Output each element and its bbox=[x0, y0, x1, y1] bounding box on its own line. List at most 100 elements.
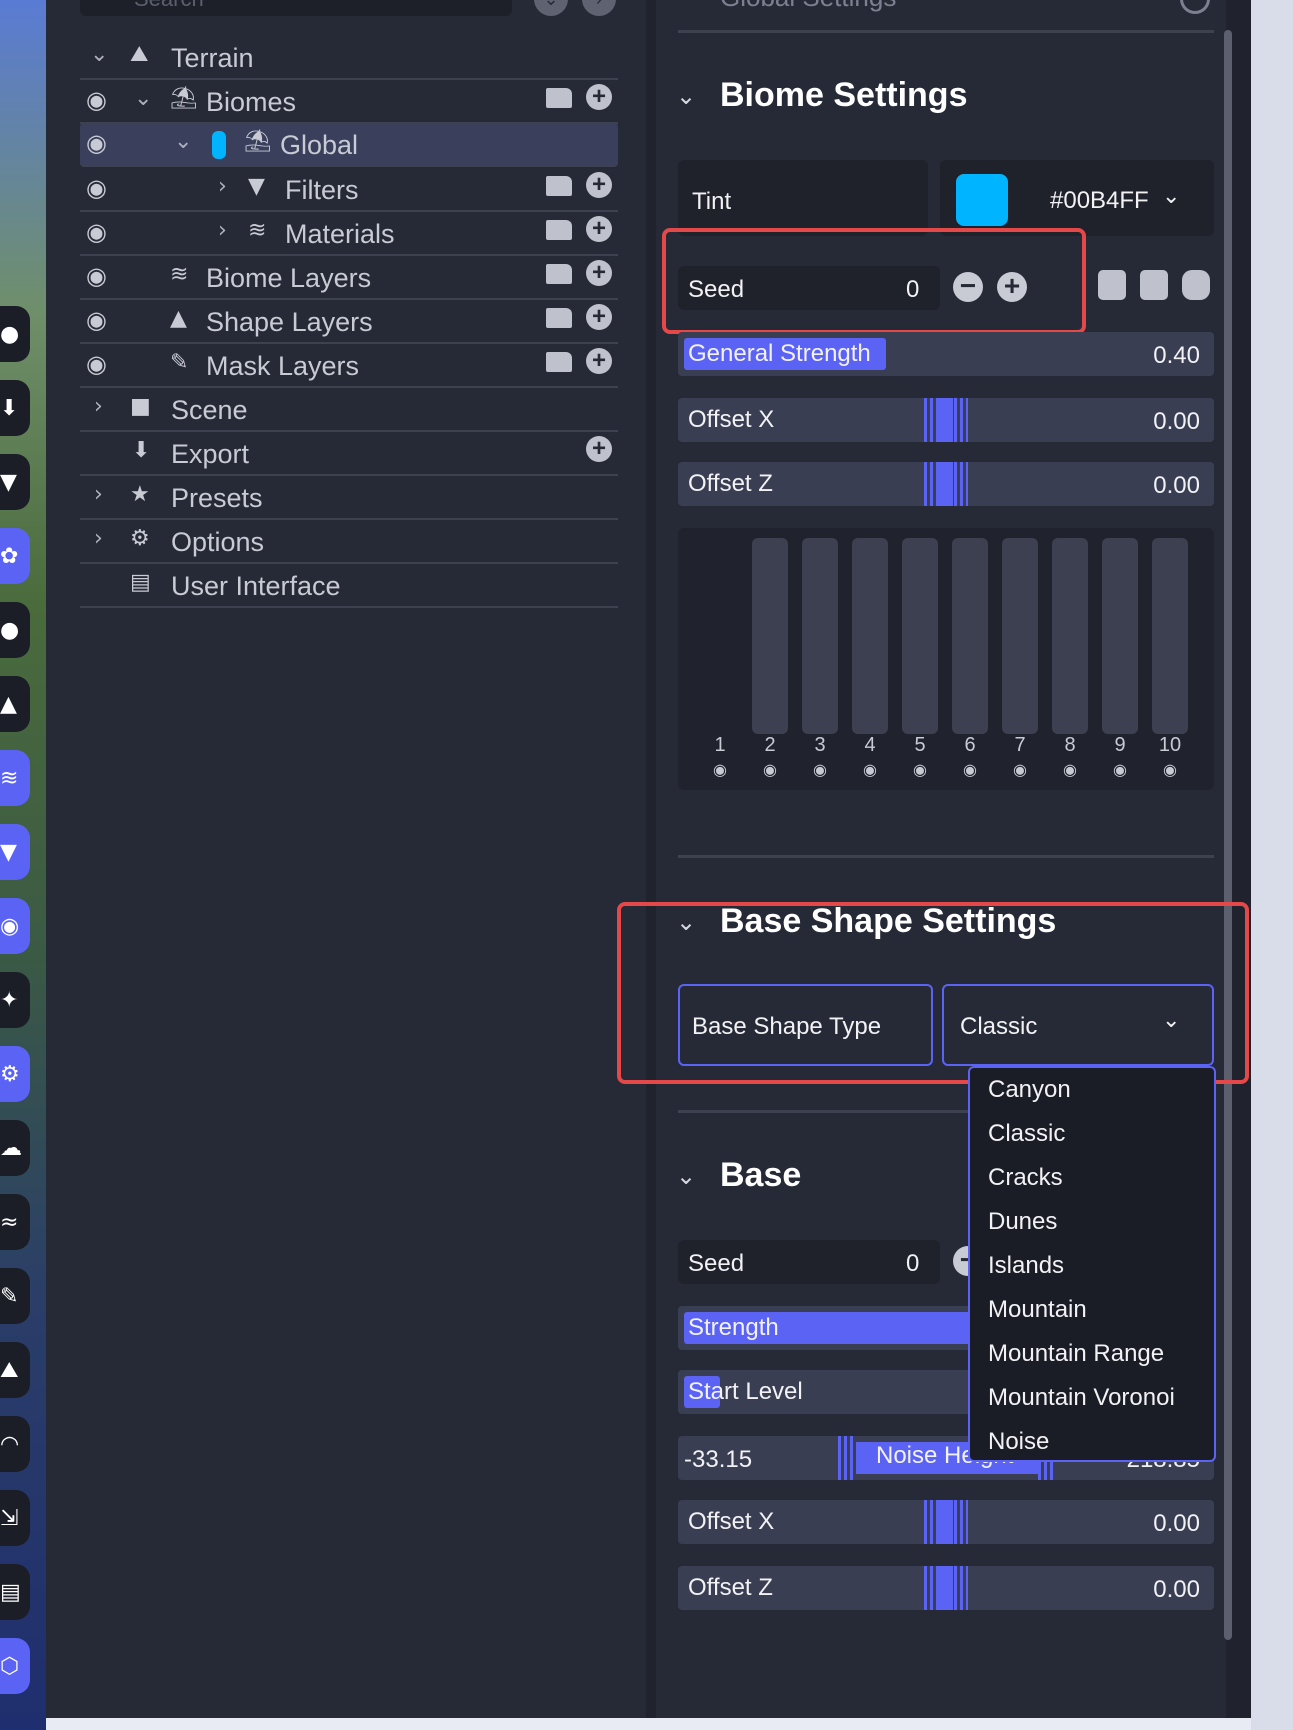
tree-item-mask-layers[interactable]: ◉ ✎ Mask Layers + bbox=[80, 344, 618, 388]
layer-bar[interactable] bbox=[752, 538, 788, 734]
dice-icon[interactable] bbox=[1098, 270, 1126, 300]
save-icon[interactable] bbox=[1140, 270, 1168, 300]
offset-x-slider[interactable]: Offset X 0.00 bbox=[678, 398, 1214, 442]
dropdown-option[interactable]: Mountain Voronoi bbox=[988, 1384, 1175, 1412]
rail-gear-icon[interactable]: ⚙ bbox=[0, 1046, 30, 1102]
eye-icon[interactable]: ◉ bbox=[1000, 760, 1040, 780]
chevron-right-icon[interactable]: › bbox=[94, 482, 103, 507]
add-icon[interactable]: + bbox=[586, 348, 612, 374]
dropdown-option[interactable]: Cracks bbox=[988, 1164, 1063, 1192]
eye-icon[interactable]: ◉ bbox=[700, 760, 740, 780]
rail-signal-icon[interactable]: ◠ bbox=[0, 1416, 30, 1472]
tree-item-user-interface[interactable]: ▤ User Interface bbox=[80, 564, 618, 608]
general-strength-slider[interactable]: General Strength 0.40 bbox=[678, 332, 1214, 376]
folder-icon[interactable] bbox=[546, 176, 572, 196]
rail-filter-icon[interactable]: ▼ bbox=[0, 454, 30, 510]
eye-icon[interactable]: ◉ bbox=[86, 262, 107, 291]
rail-terrain-icon[interactable]: ⛰ bbox=[0, 1342, 30, 1398]
eye-icon[interactable]: ◉ bbox=[1050, 760, 1090, 780]
rail-cloud-2-icon[interactable]: ☁ bbox=[0, 1120, 30, 1176]
tree-item-shape-layers[interactable]: ◉ ▲ Shape Layers + bbox=[80, 300, 618, 344]
seed-value[interactable]: 0 bbox=[906, 1250, 919, 1278]
folder-icon[interactable] bbox=[546, 308, 572, 328]
layer-bar[interactable] bbox=[1152, 538, 1188, 734]
dropdown-option[interactable]: Dunes bbox=[988, 1208, 1057, 1236]
add-icon[interactable]: + bbox=[586, 84, 612, 110]
layer-bar[interactable] bbox=[1102, 538, 1138, 734]
tint-swatch[interactable] bbox=[956, 174, 1008, 226]
rail-sparkle-icon[interactable]: ✦ bbox=[0, 972, 30, 1028]
layer-bar[interactable] bbox=[1052, 538, 1088, 734]
layer-bar[interactable] bbox=[952, 538, 988, 734]
base-shape-type-dropdown[interactable]: Canyon Classic Cracks Dunes Islands Moun… bbox=[968, 1066, 1216, 1462]
eye-icon[interactable]: ◉ bbox=[900, 760, 940, 780]
base-offset-x-slider[interactable]: Offset X 0.00 bbox=[678, 1500, 1214, 1544]
tree-item-scene[interactable]: › ■ Scene bbox=[80, 388, 618, 432]
eye-icon[interactable]: ◉ bbox=[800, 760, 840, 780]
eye-icon[interactable]: ◉ bbox=[86, 129, 107, 158]
folder-icon[interactable] bbox=[546, 220, 572, 240]
tree-item-global[interactable]: ◉ ⌄ ⛱ Global bbox=[80, 123, 618, 167]
rail-eye-icon[interactable]: ◉ bbox=[0, 898, 30, 954]
range-handle-min[interactable] bbox=[838, 1436, 856, 1480]
slider-handle[interactable] bbox=[924, 1566, 968, 1610]
add-icon[interactable]: + bbox=[586, 216, 612, 242]
database-icon[interactable] bbox=[1182, 270, 1210, 300]
eye-icon[interactable]: ◉ bbox=[86, 218, 107, 247]
rail-cloud-icon[interactable]: ● bbox=[0, 602, 30, 658]
chevron-right-icon[interactable]: › bbox=[94, 394, 103, 419]
eye-icon[interactable]: ◉ bbox=[850, 760, 890, 780]
chevron-right-icon[interactable]: › bbox=[218, 218, 227, 243]
folder-icon[interactable] bbox=[546, 264, 572, 284]
tree-item-presets[interactable]: › ★ Presets bbox=[80, 476, 618, 520]
tree-item-export[interactable]: ⬇ Export + bbox=[80, 432, 618, 476]
rail-circle-icon[interactable]: ● bbox=[0, 306, 30, 362]
layer-bar[interactable] bbox=[902, 538, 938, 734]
eye-icon[interactable]: ◉ bbox=[86, 174, 107, 203]
rail-funnel-icon[interactable]: ▼ bbox=[0, 824, 30, 880]
eye-icon[interactable]: ◉ bbox=[1150, 760, 1190, 780]
dropdown-option[interactable]: Mountain bbox=[988, 1296, 1087, 1324]
layer-bar[interactable] bbox=[1002, 538, 1038, 734]
dropdown-option[interactable]: Islands bbox=[988, 1252, 1064, 1280]
chevron-right-icon[interactable]: › bbox=[94, 526, 103, 551]
chevron-down-icon[interactable]: ⌄ bbox=[174, 129, 192, 154]
add-icon[interactable]: + bbox=[586, 172, 612, 198]
slider-handle[interactable] bbox=[924, 1500, 968, 1544]
tree-item-biome-layers[interactable]: ◉ ≋ Biome Layers + bbox=[80, 256, 618, 300]
dropdown-option[interactable]: Mountain Range bbox=[988, 1340, 1164, 1368]
rail-layers-icon[interactable]: ≋ bbox=[0, 750, 30, 806]
chevron-down-icon[interactable]: ⌄ bbox=[676, 1162, 696, 1190]
folder-icon[interactable] bbox=[546, 88, 572, 108]
base-offset-z-slider[interactable]: Offset Z 0.00 bbox=[678, 1566, 1214, 1610]
eye-icon[interactable]: ◉ bbox=[86, 306, 107, 335]
add-icon[interactable]: + bbox=[586, 304, 612, 330]
slider-handle[interactable] bbox=[924, 462, 968, 506]
layer-bar[interactable] bbox=[852, 538, 888, 734]
eye-icon[interactable]: ◉ bbox=[86, 350, 107, 379]
eye-icon[interactable]: ◉ bbox=[750, 760, 790, 780]
rail-cube-icon[interactable]: ⬡ bbox=[0, 1638, 30, 1694]
chevron-right-icon[interactable]: › bbox=[218, 174, 227, 199]
folder-icon[interactable] bbox=[546, 352, 572, 372]
chevron-down-icon[interactable]: ⌄ bbox=[676, 82, 696, 110]
rail-export-icon[interactable]: ⇲ bbox=[0, 1490, 30, 1546]
scrollbar[interactable] bbox=[1224, 30, 1232, 1640]
add-icon[interactable]: + bbox=[586, 436, 612, 462]
dropdown-option[interactable]: Canyon bbox=[988, 1076, 1071, 1104]
dropdown-option[interactable]: Classic bbox=[988, 1120, 1065, 1148]
tree-item-options[interactable]: › ⚙ Options bbox=[80, 520, 618, 564]
search-input[interactable]: ⌕ Search bbox=[80, 0, 512, 16]
rail-mountain-icon[interactable]: ▲ bbox=[0, 676, 30, 732]
dropdown-option[interactable]: Noise bbox=[988, 1428, 1049, 1456]
add-icon[interactable]: + bbox=[586, 260, 612, 286]
eye-icon[interactable]: ◉ bbox=[1100, 760, 1140, 780]
rail-brush-icon[interactable]: ✎ bbox=[0, 1268, 30, 1324]
tree-item-materials[interactable]: ◉ › ≋ Materials + bbox=[80, 212, 618, 256]
rail-biomes-icon[interactable]: ✿ bbox=[0, 528, 30, 584]
slider-handle[interactable] bbox=[924, 398, 968, 442]
chevron-down-icon[interactable]: ⌄ bbox=[134, 86, 152, 111]
tree-item-biomes[interactable]: ◉ ⌄ ⛱ Biomes + bbox=[80, 80, 618, 124]
chevron-down-icon[interactable]: ⌄ bbox=[1162, 184, 1180, 209]
eye-icon[interactable]: ◉ bbox=[950, 760, 990, 780]
